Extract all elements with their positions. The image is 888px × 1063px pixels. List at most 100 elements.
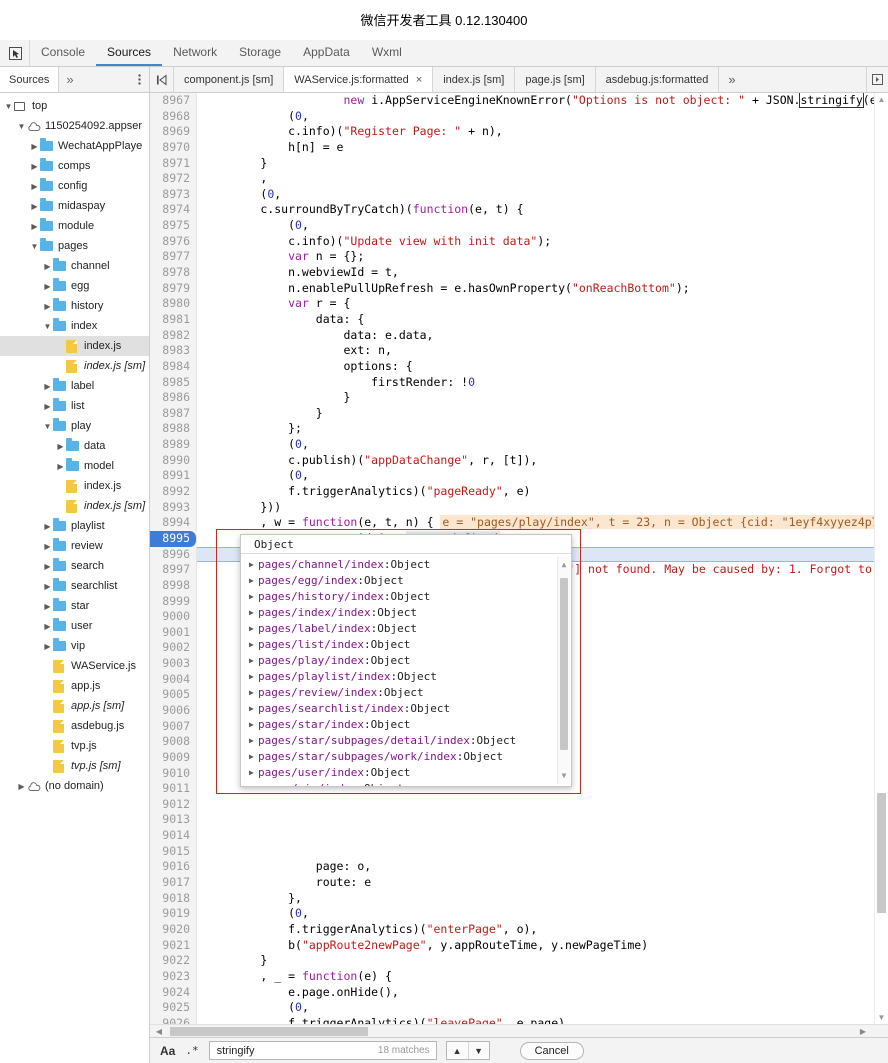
tree-item-search[interactable]: ▶ search [0, 556, 149, 576]
code-line[interactable]: 9014 [150, 828, 888, 844]
code-line[interactable]: 9012 [150, 796, 888, 813]
twisty-closed-icon[interactable]: ▶ [42, 642, 53, 651]
code-line[interactable]: 8991 (0, [150, 468, 888, 485]
code-line[interactable]: 9017 route: e [150, 875, 888, 891]
code-line[interactable]: 8993 })) [150, 499, 888, 516]
find-input[interactable] [214, 1043, 365, 1058]
popup-property-row[interactable]: ▶ pages/history/index: Object [241, 588, 571, 604]
line-number[interactable]: 8986 [150, 390, 197, 406]
line-number[interactable]: 9006 [150, 702, 197, 719]
line-number[interactable]: 9003 [150, 656, 197, 672]
twisty-closed-icon[interactable]: ▶ [249, 784, 258, 787]
editor-horizontal-scrollbar[interactable]: ◀ ▶ [150, 1024, 888, 1037]
line-number[interactable]: 8989 [150, 437, 197, 453]
code-line[interactable]: 8978 n.webviewId = t, [150, 265, 888, 281]
line-number[interactable]: 8982 [150, 327, 197, 344]
popup-property-row[interactable]: ▶ pages/channel/index: Object [241, 556, 571, 572]
code-line[interactable]: 9023 , _ = function(e) { [150, 968, 888, 985]
tree-item-index-js[interactable]: index.js [0, 476, 149, 496]
find-cancel-button[interactable]: Cancel [519, 1041, 584, 1060]
line-number[interactable]: 8971 [150, 155, 197, 172]
scroll-down-icon[interactable]: ▼ [875, 1011, 888, 1024]
line-number[interactable]: 8992 [150, 484, 197, 500]
line-number[interactable]: 9023 [150, 968, 197, 985]
tree-item-tvp-js-sm-[interactable]: tvp.js [sm] [0, 756, 149, 776]
find-prev-button[interactable]: ▲ [447, 1042, 468, 1059]
twisty-closed-icon[interactable]: ▶ [55, 442, 66, 451]
twisty-open-icon[interactable]: ▼ [29, 242, 40, 251]
line-number[interactable]: 8995 [150, 530, 197, 547]
tree-item-egg[interactable]: ▶ egg [0, 276, 149, 296]
twisty-open-icon[interactable]: ▼ [42, 422, 53, 431]
find-next-button[interactable]: ▼ [467, 1042, 489, 1059]
chevron-double-right-icon[interactable]: » [59, 67, 80, 92]
code-line[interactable]: 8987 } [150, 405, 888, 422]
code-line[interactable]: 9026 f.triggerAnalytics)("leavePage", e.… [150, 1015, 888, 1024]
code-line[interactable]: 8970 h[n] = e [150, 139, 888, 156]
code-line[interactable]: 9024 e.page.onHide(), [150, 984, 888, 1001]
triangle-up-icon[interactable]: ▲ [558, 558, 570, 571]
popup-property-row[interactable]: ▶ pages/review/index: Object [241, 684, 571, 700]
tree-item-index[interactable]: ▼ index [0, 316, 149, 336]
line-number[interactable]: 9021 [150, 937, 197, 954]
popup-property-row[interactable]: ▶ pages/play/index: Object [241, 652, 571, 668]
popup-scrollbar[interactable]: ▲ ▼ [557, 556, 570, 784]
code-line[interactable]: 9022 } [150, 953, 888, 969]
tree-item-searchlist[interactable]: ▶ searchlist [0, 576, 149, 596]
twisty-closed-icon[interactable]: ▶ [42, 262, 53, 271]
line-number[interactable]: 8976 [150, 233, 197, 250]
twisty-closed-icon[interactable]: ▶ [249, 560, 258, 569]
tree-item-index-js-sm-[interactable]: index.js [sm] [0, 356, 149, 376]
inspect-cursor-icon[interactable] [2, 40, 30, 66]
twisty-closed-icon[interactable]: ▶ [249, 704, 258, 713]
twisty-closed-icon[interactable]: ▶ [249, 768, 258, 777]
line-number[interactable]: 8969 [150, 124, 197, 140]
tree-item-pages[interactable]: ▼ pages [0, 236, 149, 256]
tree-item-asdebug-js[interactable]: asdebug.js [0, 716, 149, 736]
twisty-open-icon[interactable]: ▼ [16, 122, 27, 131]
code-line[interactable]: 8979 n.enablePullUpRefresh = e.hasOwnPro… [150, 280, 888, 297]
tree-item--no-domain-[interactable]: ▶ (no domain) [0, 776, 149, 796]
line-number[interactable]: 8993 [150, 499, 197, 516]
line-number[interactable]: 9026 [150, 1015, 197, 1024]
triangle-down-icon[interactable]: ▼ [558, 769, 570, 782]
line-number[interactable]: 8991 [150, 468, 197, 485]
twisty-closed-icon[interactable]: ▶ [249, 752, 258, 761]
code-line[interactable]: 9013 [150, 812, 888, 829]
tree-item-wechatappplaye[interactable]: ▶ WechatAppPlaye [0, 136, 149, 156]
tree-item-data[interactable]: ▶ data [0, 436, 149, 456]
twisty-closed-icon[interactable]: ▶ [55, 462, 66, 471]
popup-property-row[interactable]: ▶ pages/user/index: Object [241, 764, 571, 780]
line-number[interactable]: 9011 [150, 781, 197, 797]
twisty-closed-icon[interactable]: ▶ [249, 608, 258, 617]
twisty-closed-icon[interactable]: ▶ [29, 202, 40, 211]
scroll-left-icon[interactable]: ◀ [152, 1025, 166, 1038]
tree-item-model[interactable]: ▶ model [0, 456, 149, 476]
tree-item-waservice-js[interactable]: WAService.js [0, 656, 149, 676]
editor-tab-component-js-sm-[interactable]: component.js [sm] [174, 67, 285, 92]
code-line[interactable]: 8980 var r = { [150, 296, 888, 312]
line-number[interactable]: 9013 [150, 812, 197, 829]
code-line[interactable]: 9015 [150, 843, 888, 860]
twisty-closed-icon[interactable]: ▶ [249, 656, 258, 665]
line-number[interactable]: 9009 [150, 749, 197, 766]
tree-item-play[interactable]: ▼ play [0, 416, 149, 436]
code-line[interactable]: 8973 (0, [150, 186, 888, 203]
tree-item-app-js[interactable]: app.js [0, 676, 149, 696]
line-number[interactable]: 8983 [150, 343, 197, 359]
line-number[interactable]: 9000 [150, 609, 197, 625]
popup-property-list[interactable]: ▶ pages/channel/index: Object ▶ pages/egg/i… [241, 554, 571, 786]
code-line[interactable]: 8976 c.info)("Update view with init data… [150, 233, 888, 250]
code-line[interactable]: 8967 new i.AppServiceEngineKnownError("O… [150, 93, 888, 109]
line-number[interactable]: 8979 [150, 280, 197, 297]
code-line[interactable]: 8983 ext: n, [150, 343, 888, 359]
line-number[interactable]: 8974 [150, 202, 197, 219]
code-line[interactable]: 9020 f.triggerAnalytics)("enterPage", o)… [150, 921, 888, 938]
line-number[interactable]: 9022 [150, 953, 197, 969]
popup-property-row[interactable]: ▶ pages/egg/index: Object [241, 572, 571, 588]
popup-property-row[interactable]: ▶ pages/star/subpages/work/index: Object [241, 748, 571, 764]
line-number[interactable]: 8981 [150, 311, 197, 328]
code-line[interactable]: 8984 options: { [150, 358, 888, 375]
line-number[interactable]: 8970 [150, 139, 197, 156]
line-number[interactable]: 8988 [150, 421, 197, 438]
